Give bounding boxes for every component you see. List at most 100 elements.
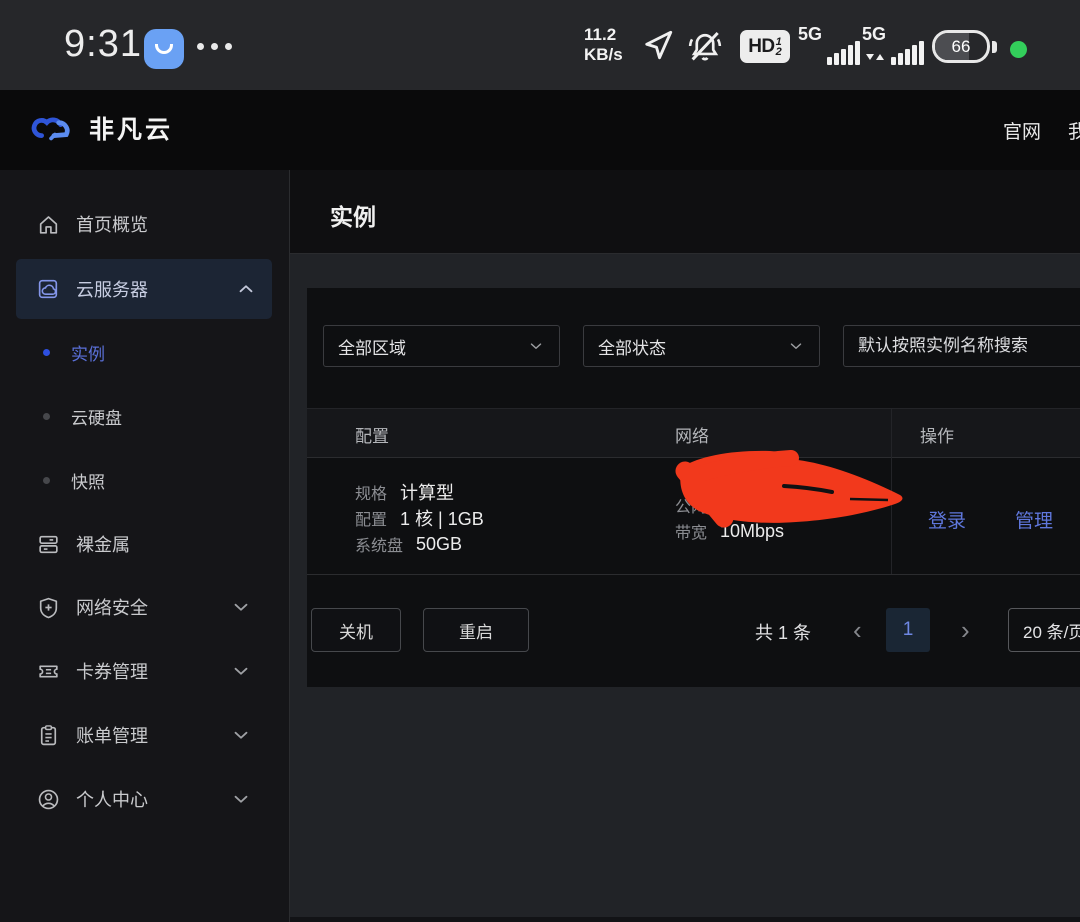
column-config: 配置	[355, 422, 389, 447]
sidebar-item-coupon-management[interactable]: 卡券管理	[0, 639, 289, 703]
shield-plus-icon	[36, 595, 61, 620]
home-icon	[36, 212, 61, 237]
table-header: 配置 网络 操作	[307, 408, 1080, 458]
sidebar-item-label: 账单管理	[76, 722, 148, 748]
pagination-total: 共 1 条	[755, 619, 811, 645]
bandwidth-value: 10Mbps	[720, 521, 784, 542]
public-net-label: 公网	[675, 493, 707, 517]
user-circle-icon	[36, 787, 61, 812]
signal-sim1: 5G	[798, 26, 860, 66]
instance-search-box[interactable]	[843, 325, 1080, 367]
brand: 非凡云	[30, 110, 173, 146]
status-green-dot	[1010, 41, 1027, 58]
column-network: 网络	[675, 422, 709, 447]
pagination-page-1[interactable]: 1	[886, 608, 930, 652]
region-filter-value: 全部区域	[338, 334, 406, 359]
disk-value: 50GB	[416, 534, 462, 555]
bullet-dot	[43, 349, 50, 356]
disk-label: 系统盘	[355, 532, 403, 556]
bullet-dot	[43, 413, 50, 420]
sidebar-subitem-cloud-disk[interactable]: 云硬盘	[0, 384, 289, 448]
status-filter-dropdown[interactable]: 全部状态	[583, 325, 820, 367]
mute-bell-icon	[684, 27, 726, 65]
shutdown-button[interactable]: 关机	[311, 608, 401, 652]
ticket-icon	[36, 659, 61, 684]
sidebar-item-billing-management[interactable]: 账单管理	[0, 703, 289, 767]
sim2-network-type: 5G	[862, 24, 886, 45]
instance-search-input[interactable]	[858, 336, 1080, 356]
main-content: 实例 全部区域 全部状态 配置 网络 操作 规格计算型	[290, 170, 1080, 922]
config-label: 配置	[355, 506, 387, 530]
bandwidth-label: 带宽	[675, 519, 707, 543]
sidebar-item-label: 裸金属	[76, 531, 130, 557]
location-arrow-icon	[640, 27, 676, 63]
signal-sim2: 5G	[862, 26, 924, 66]
sidebar-item-label: 快照	[71, 468, 105, 493]
smile-glyph	[155, 44, 173, 54]
chevron-down-icon	[230, 596, 252, 618]
reboot-button[interactable]: 重启	[423, 608, 529, 652]
clipboard-icon	[36, 723, 61, 748]
sidebar-item-user-center[interactable]: 个人中心	[0, 767, 289, 831]
brand-logo-cloud-icon	[30, 110, 76, 146]
sidebar-item-bare-metal[interactable]: 裸金属	[0, 512, 289, 576]
pagination-prev-icon[interactable]: ‹	[853, 612, 862, 648]
login-link[interactable]: 登录	[928, 506, 966, 533]
config-cell: 规格计算型 配置 1 核 | 1GB 系统盘 50GB	[355, 479, 484, 557]
status-filter-value: 全部状态	[598, 334, 666, 359]
pagination-next-icon[interactable]: ›	[961, 612, 970, 648]
sidebar-item-label: 云服务器	[76, 276, 148, 302]
battery-indicator: 66	[932, 30, 990, 63]
battery-percent: 66	[952, 37, 971, 57]
bare-metal-icon	[36, 532, 61, 557]
battery-nub	[992, 41, 997, 53]
bottom-edge	[290, 917, 1080, 922]
network-speed-value: 11.2	[584, 25, 623, 45]
network-speed-unit: KB/s	[584, 45, 623, 65]
sidebar-item-label: 实例	[71, 340, 105, 365]
nav-official-site[interactable]: 官网	[1003, 117, 1041, 144]
page-title-bar: 实例	[290, 170, 1080, 254]
bullet-dot	[43, 477, 50, 484]
manage-link[interactable]: 管理	[1015, 506, 1053, 533]
sidebar-item-network-security[interactable]: 网络安全	[0, 575, 289, 639]
sidebar-subitem-instances[interactable]: 实例	[0, 320, 289, 384]
overflow-dots-icon	[197, 43, 232, 50]
brand-name: 非凡云	[89, 110, 173, 146]
sidebar-item-label: 云硬盘	[71, 404, 122, 429]
spec-label: 规格	[355, 480, 387, 504]
column-actions: 操作	[920, 422, 954, 447]
data-activity-icon	[866, 50, 884, 64]
chevron-down-icon	[230, 660, 252, 682]
config-value: 1 核 | 1GB	[400, 505, 484, 531]
app-icon	[144, 29, 184, 69]
table-row: 规格计算型 配置 1 核 | 1GB 系统盘 50GB 公网 带宽 10Mbps 登录…	[307, 458, 1080, 575]
chevron-down-icon	[230, 724, 252, 746]
region-filter-dropdown[interactable]: 全部区域	[323, 325, 560, 367]
sidebar-item-label: 卡券管理	[76, 658, 148, 684]
signal-bars-icon	[827, 41, 860, 65]
nav-partial-item[interactable]: 我	[1068, 117, 1080, 144]
signal-bars-icon	[891, 41, 924, 65]
chevron-down-icon	[230, 788, 252, 810]
app-header: 非凡云 官网 我	[0, 90, 1080, 170]
cloud-server-icon	[36, 277, 61, 302]
sidebar: 首页概览 云服务器 实例 云硬盘 快照 裸金属	[0, 170, 290, 922]
sim1-network-type: 5G	[798, 24, 822, 45]
sidebar-item-label: 首页概览	[76, 211, 148, 237]
sidebar-item-overview[interactable]: 首页概览	[0, 192, 289, 256]
network-cell: 公网 带宽 10Mbps	[675, 492, 784, 544]
chevron-up-icon	[235, 278, 257, 300]
sidebar-item-cloud-server[interactable]: 云服务器	[16, 259, 272, 319]
sidebar-item-label: 个人中心	[76, 786, 148, 812]
network-speed: 11.2 KB/s	[584, 25, 623, 65]
sidebar-subitem-snapshot[interactable]: 快照	[0, 448, 289, 512]
page-title: 实例	[330, 198, 376, 232]
clock: 9:31	[64, 23, 142, 66]
page-size-select[interactable]: 20 条/页	[1008, 608, 1080, 652]
instance-panel: 全部区域 全部状态 配置 网络 操作 规格计算型 配置 1 核 | 1GB	[307, 288, 1080, 687]
chevron-down-icon	[527, 337, 545, 355]
sidebar-item-label: 网络安全	[76, 594, 148, 620]
volte-hd-badge: HD 1 2	[740, 30, 790, 63]
spec-value: 计算型	[400, 479, 454, 505]
